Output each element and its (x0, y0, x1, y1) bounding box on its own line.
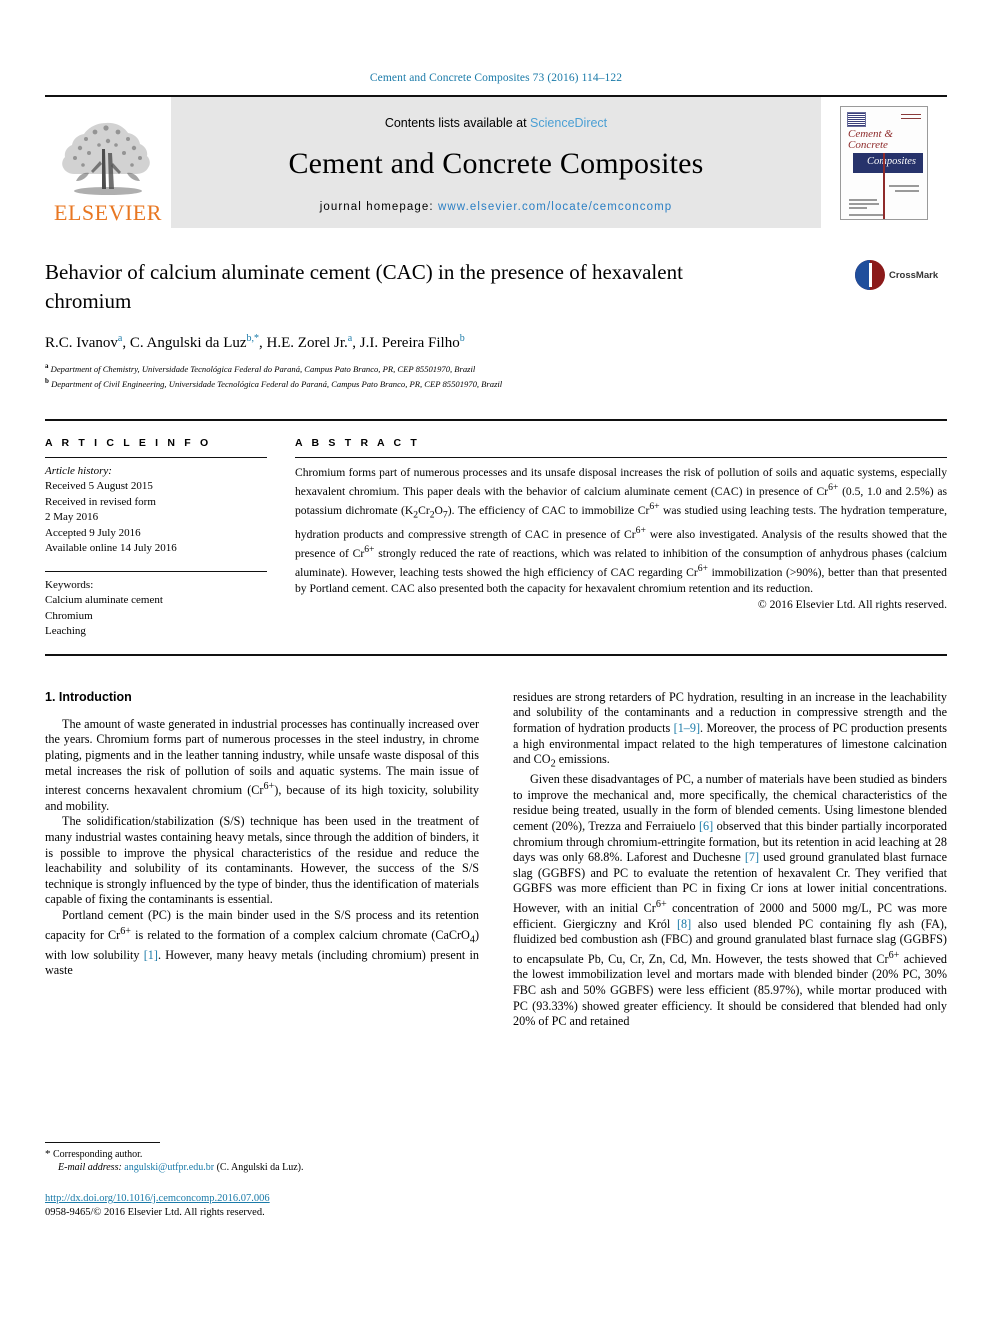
doi-block: http://dx.doi.org/10.1016/j.cemconcomp.2… (45, 1192, 479, 1220)
running-head: Cement and Concrete Composites 73 (2016)… (369, 72, 623, 84)
article-history-item-3: Accepted 9 July 2016 (45, 526, 141, 539)
email-owner: (C. Angulski da Luz). (216, 1162, 304, 1174)
footnote-zone: * Corresponding author. E-mail address: … (45, 1141, 479, 1220)
doi-link[interactable]: http://dx.doi.org/10.1016/j.cemconcomp.2… (45, 1192, 479, 1206)
keywords-group: Keywords: Calcium aluminate cement Chrom… (45, 570, 267, 640)
cover-title-line1: Cement & (848, 127, 893, 140)
article-history-label: Article history: (45, 464, 112, 477)
cover-title-line2: Concrete (848, 138, 888, 151)
info-abstract-block: A R T I C L E I N F O Article history: R… (45, 418, 947, 656)
author-3-name: J.I. Pereira Filho (359, 335, 460, 351)
article-history-item-2: 2 May 2016 (45, 511, 99, 524)
corresponding-author-marker: * (45, 1147, 51, 1160)
sciencedirect-link[interactable]: ScienceDirect (530, 116, 607, 130)
corresponding-author-note: * Corresponding author. (45, 1148, 479, 1162)
abstract-heading: A B S T R A C T (295, 436, 420, 449)
author-3: J.I. Pereira Filhob (359, 333, 465, 351)
abstract-text: Chromium forms part of numerous processe… (295, 458, 947, 613)
crossmark-badge[interactable]: CrossMark (855, 260, 947, 290)
cover-rule-top-icon (901, 113, 921, 115)
elsevier-wordmark: ELSEVIER (54, 200, 162, 225)
cover-placeholder-line-6 (849, 213, 883, 216)
author-0-name: R.C. Ivanov (45, 335, 118, 351)
affiliation-0-sup: a (45, 362, 49, 370)
journal-cover-thumbnail: Cement & Concrete Composites (821, 97, 947, 228)
cover-placeholder-line-2 (895, 189, 919, 192)
body-column-right: residues are strong retarders of PC hydr… (513, 690, 947, 1220)
email-note: E-mail address: angulski@utfpr.edu.br (C… (45, 1161, 479, 1175)
paragraph-left-0: The amount of waste generated in industr… (45, 716, 480, 813)
journal-homepage-line: journal homepage: www.elsevier.com/locat… (320, 201, 673, 213)
affiliation-1-text: Department of Civil Engineering, Univers… (51, 379, 503, 390)
article-history-item-1: Received in revised form (45, 495, 156, 508)
keyword-2: Leaching (45, 625, 86, 638)
author-2: H.E. Zorel Jr.a (266, 333, 353, 351)
cover-title-band: Composites (853, 152, 923, 173)
paragraph-right-1: Given these disadvantages of PC, a numbe… (513, 772, 947, 1029)
cover-vertical-rule-icon (883, 152, 885, 219)
journal-band: Contents lists available at ScienceDirec… (171, 97, 821, 228)
author-1-sup[interactable]: b,* (247, 333, 260, 344)
article-info-column: A R T I C L E I N F O Article history: R… (45, 437, 295, 640)
article-history-item-4: Available online 14 July 2016 (45, 542, 177, 555)
cover-rule-top2-icon (901, 117, 921, 119)
author-2-name: H.E. Zorel Jr. (266, 335, 348, 351)
paragraph-left-1: The solidification/stabilization (S/S) t… (45, 814, 479, 907)
crossmark-icon (855, 260, 885, 290)
cover-placeholder-line-1 (889, 184, 919, 187)
contents-prefix: Contents lists available at (384, 116, 531, 130)
issn-copyright-line: 0958-9465/© 2016 Elsevier Ltd. All right… (45, 1206, 265, 1218)
title-block: CrossMark Behavior of calcium aluminate … (45, 258, 947, 391)
affiliation-1: b Department of Civil Engineering, Unive… (45, 375, 947, 390)
keyword-0: Calcium aluminate cement (45, 594, 163, 607)
author-2-sup[interactable]: a (348, 333, 352, 344)
body-column-left: 1. Introduction The amount of waste gene… (45, 690, 479, 1220)
paragraph-left-2: Portland cement (PC) is the main binder … (45, 907, 480, 978)
abstract-copyright: © 2016 Elsevier Ltd. All rights reserved… (757, 598, 947, 612)
journal-masthead: ELSEVIER Contents lists available at Sci… (45, 95, 947, 228)
affiliation-1-sup: b (45, 377, 49, 386)
author-1-name: C. Angulski da Luz (129, 335, 247, 351)
crossmark-label: CrossMark (889, 269, 939, 281)
keywords-label: Keywords: (45, 578, 94, 591)
keyword-1: Chromium (45, 609, 93, 622)
contents-available-line: Contents lists available at ScienceDirec… (385, 116, 607, 130)
elsevier-logo: ELSEVIER (45, 97, 171, 228)
article-history-item-0: Received 5 August 2015 (45, 480, 153, 493)
paragraph-right-0: residues are strong retarders of PC hydr… (513, 689, 947, 770)
article-info-heading: A R T I C L E I N F O (45, 436, 212, 449)
cover-image: Cement & Concrete Composites (840, 105, 928, 220)
article-page: Cement and Concrete Composites 73 (2016)… (0, 0, 992, 1323)
journal-homepage-link[interactable]: www.elsevier.com/locate/cemconcomp (438, 201, 672, 213)
cover-elsevier-mark-icon (847, 111, 866, 127)
footnote-divider (45, 1141, 160, 1143)
journal-title: Cement and Concrete Composites (288, 147, 704, 180)
affiliation-0-text: Department of Chemistry, Universidade Te… (50, 363, 476, 374)
author-0: R.C. Ivanova (45, 333, 122, 351)
cover-placeholder-line-4 (849, 202, 879, 205)
cover-title-lines: Cement & Concrete (848, 127, 893, 151)
section-heading-introduction: 1. Introduction (45, 689, 132, 704)
cover-placeholder-line-3 (849, 198, 877, 201)
page-title: Behavior of calcium aluminate cement (CA… (45, 260, 683, 313)
homepage-label: journal homepage: (319, 201, 438, 213)
elsevier-tree-icon (62, 122, 150, 195)
email-label: E-mail address: (58, 1162, 122, 1174)
abstract-paragraph: Chromium forms part of numerous processe… (295, 465, 947, 595)
abstract-column: A B S T R A C T Chromium forms part of n… (295, 437, 947, 640)
email-link[interactable]: angulski@utfpr.edu.br (124, 1162, 214, 1173)
corresponding-author-label: Corresponding author. (53, 1148, 143, 1160)
author-1: C. Angulski da Luzb,* (129, 333, 260, 351)
article-history-group: Article history: Received 5 August 2015 … (45, 458, 267, 557)
author-3-sup[interactable]: b (460, 333, 465, 344)
cover-placeholder-line-5 (849, 206, 867, 209)
affiliation-0: a Department of Chemistry, Universidade … (45, 360, 947, 375)
cover-title-line3: Composites (867, 155, 917, 167)
affiliation-list: a Department of Chemistry, Universidade … (45, 360, 947, 391)
author-0-sup[interactable]: a (118, 333, 122, 344)
body-columns: 1. Introduction The amount of waste gene… (45, 690, 947, 1220)
author-list: R.C. Ivanova, C. Angulski da Luzb,*, H.E… (45, 333, 465, 351)
